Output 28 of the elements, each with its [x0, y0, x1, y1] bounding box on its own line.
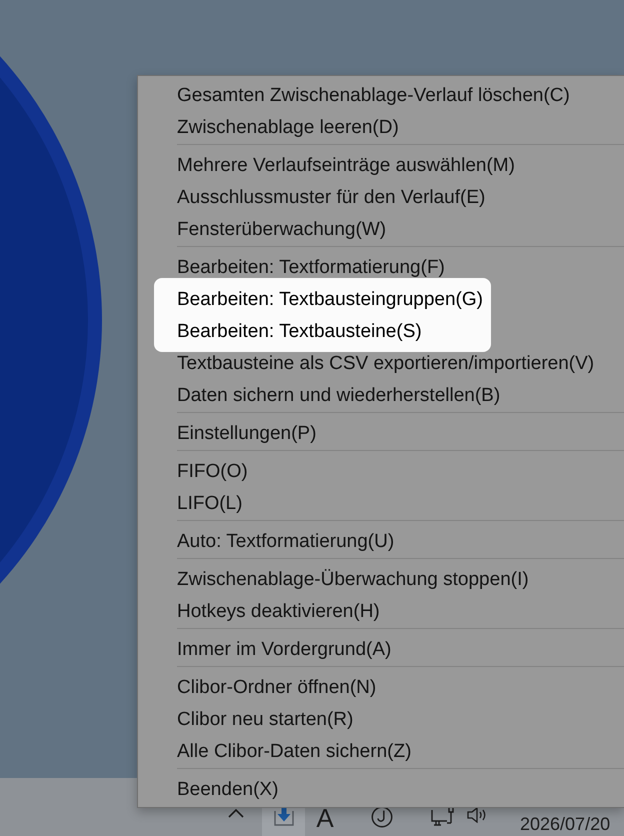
menu-item[interactable]: LIFO(L): [138, 494, 624, 514]
menu-item[interactable]: Mehrere Verlaufseinträge auswählen(M): [138, 156, 624, 176]
menu-item[interactable]: Textbausteine als CSV exportieren/importieren(V): [138, 354, 624, 374]
download-tray-icon: [274, 806, 294, 826]
menu-item[interactable]: Daten sichern und wiederherstellen(B): [138, 386, 624, 406]
menu-item[interactable]: Alle Clibor-Daten sichern(Z): [138, 742, 624, 762]
menu-item[interactable]: Gesamten Zwischenablage-Verlauf löschen(C): [138, 86, 624, 106]
menu-item[interactable]: Immer im Vordergrund(A): [138, 640, 624, 660]
menu-item[interactable]: Beenden(X): [138, 780, 624, 800]
menu-item[interactable]: Bearbeiten: Textbausteine(S): [154, 322, 483, 342]
menu-item[interactable]: Clibor neu starten(R): [138, 710, 624, 730]
menu-item[interactable]: Fensterüberwachung(W): [138, 220, 624, 240]
menu-item[interactable]: Auto: Textformatierung(U): [138, 532, 624, 552]
input-mode-button[interactable]: A: [305, 806, 345, 836]
menu-item[interactable]: Clibor-Ordner öffnen(N): [138, 678, 624, 698]
menu-item[interactable]: Hotkeys deaktivieren(H): [138, 602, 624, 622]
tray-app-button[interactable]: [262, 806, 305, 836]
menu-item[interactable]: FIFO(O): [138, 462, 624, 482]
hook-circle-icon: [371, 806, 393, 828]
menu-item[interactable]: Zwischenablage leeren(D): [138, 118, 624, 138]
chevron-up-icon: [228, 809, 244, 818]
menu-item[interactable]: Ausschlussmuster für den Verlauf(E): [138, 188, 624, 208]
menu-item[interactable]: Einstellungen(P): [138, 424, 624, 444]
menu-item[interactable]: Bearbeiten: Textbausteingruppen(G): [154, 290, 483, 310]
menu-item[interactable]: Zwischenablage-Überwachung stoppen(I): [138, 570, 624, 590]
network-icon: [431, 806, 455, 828]
date-text: 2026/07/20: [520, 814, 610, 834]
menu-item[interactable]: Bearbeiten: Textformatierung(F): [138, 258, 624, 278]
